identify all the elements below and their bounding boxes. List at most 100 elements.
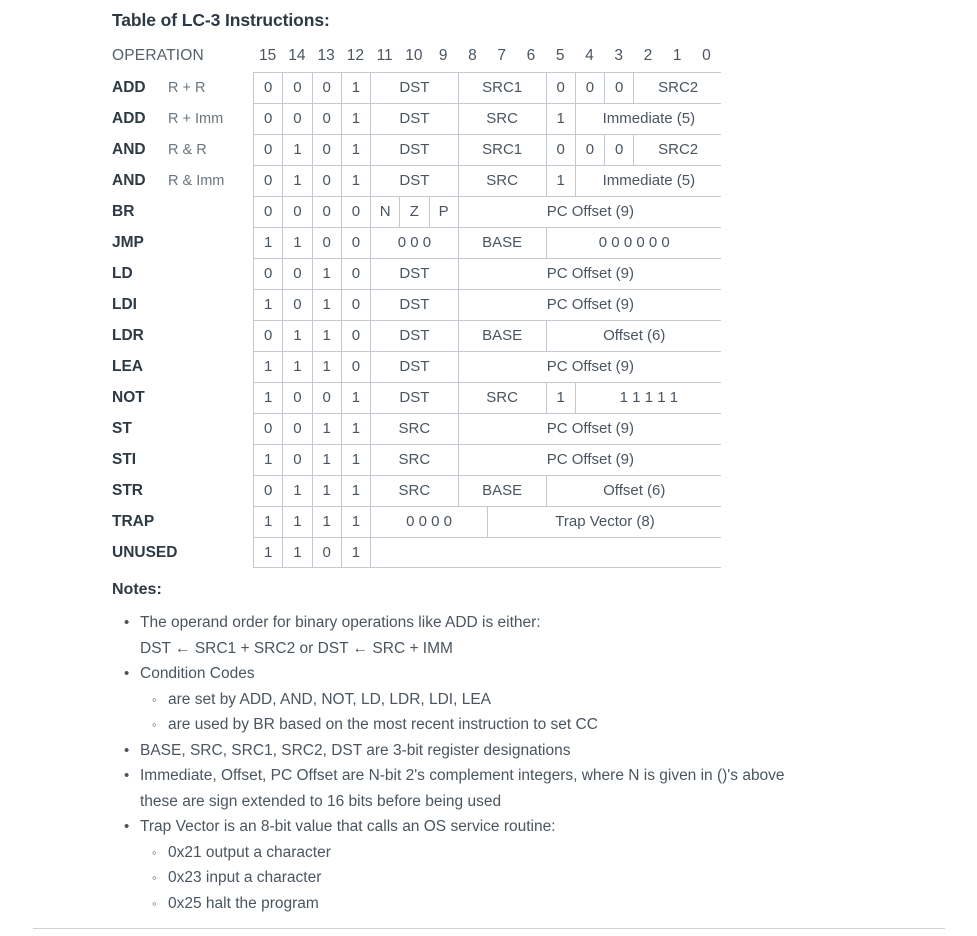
operation-label-sti: STI bbox=[112, 444, 253, 475]
field-cell: 1 bbox=[313, 321, 342, 351]
field-cell: 0 bbox=[313, 166, 342, 196]
notes-section: • The operand order for binary operations… bbox=[112, 610, 912, 916]
table-row: AND R & Imm 0 1 0 1 DST SRC 1 Immediate (5) bbox=[112, 165, 722, 196]
field-cell: 0 bbox=[254, 197, 284, 227]
field-cell: DST bbox=[371, 383, 459, 413]
operation-label-ldr: LDR bbox=[112, 320, 253, 351]
instruction-mnemonic: LEA bbox=[112, 358, 143, 375]
bullet-icon: • bbox=[124, 665, 130, 682]
field-cell: SRC bbox=[459, 104, 547, 134]
encoding-cells: 0 1 0 1 DST SRC 1 Immediate (5) bbox=[253, 165, 721, 196]
notes-heading: Notes: bbox=[112, 581, 162, 598]
field-cell: 1 bbox=[313, 476, 342, 506]
field-cell: 1 bbox=[342, 445, 371, 475]
field-cell: DST bbox=[371, 135, 459, 165]
field-cell: 0 bbox=[283, 73, 313, 103]
encoding-cells: 11110 0 0 0 Trap Vector (8) bbox=[253, 506, 721, 537]
instruction-mnemonic: JMP bbox=[112, 234, 144, 251]
field-cell: 0 bbox=[313, 73, 342, 103]
field-cell: 0 bbox=[342, 321, 371, 351]
encoding-cells: 11000 0 0 BASE 0 0 0 0 0 0 bbox=[253, 227, 721, 258]
field-cell: 0 bbox=[254, 135, 284, 165]
field-cell: DST bbox=[371, 73, 459, 103]
encoding-cells: 1 0 1 1 SRC PC Offset (9) bbox=[253, 444, 721, 475]
encoding-cells: 1101 bbox=[253, 537, 721, 568]
bit-number-11: 11 bbox=[376, 47, 393, 64]
field-cell: 1 bbox=[313, 507, 342, 537]
field-cell: 0 bbox=[576, 73, 605, 103]
bit-number-2: 2 bbox=[643, 47, 653, 64]
note-subtext: are used by BR based on the most recent … bbox=[168, 716, 598, 733]
instruction-mnemonic: ST bbox=[112, 420, 132, 437]
field-cell: 0 0 0 bbox=[371, 228, 459, 258]
bit-number-8: 8 bbox=[468, 47, 477, 64]
field-cell: 0 bbox=[283, 383, 313, 413]
bit-number-15: 15 bbox=[259, 47, 277, 64]
field-cell: 1 bbox=[283, 228, 313, 258]
field-cell: 1 bbox=[283, 507, 313, 537]
note-text: Condition Codes bbox=[140, 665, 255, 682]
table-row: LD 0 0 1 0 DST PC Offset (9) bbox=[112, 258, 722, 289]
table-row: LDR 0 1 1 0 DST BASE Offset (6) bbox=[112, 320, 722, 351]
encoding-cells: 0 0 0 0 N Z P PC Offset (9) bbox=[253, 196, 721, 227]
field-cell: 1 bbox=[313, 445, 342, 475]
field-cell: 1 bbox=[283, 135, 313, 165]
note-subitem: ◦ are used by BR based on the most recent… bbox=[140, 712, 912, 738]
table-row: ADD R + R 0 0 0 1 DST SRC1 0 0 0 SRC2 bbox=[112, 72, 722, 103]
operation-label-add: ADD R + Imm bbox=[112, 103, 253, 134]
field-cell: 0 bbox=[342, 197, 371, 227]
instruction-variant: R & R bbox=[168, 142, 207, 158]
note-text: BASE, SRC, SRC1, SRC2, DST are 3-bit reg… bbox=[140, 741, 571, 759]
field-cell: 1 bbox=[283, 352, 313, 382]
instruction-mnemonic: TRAP bbox=[112, 513, 155, 530]
bullet-icon: • bbox=[124, 767, 130, 784]
field-cell: 0 bbox=[254, 73, 284, 103]
bit-number-13: 13 bbox=[317, 47, 335, 64]
field-cell: 1 bbox=[342, 476, 371, 506]
field-cell: N bbox=[371, 197, 401, 227]
field-cell: 1 bbox=[342, 166, 371, 196]
field-cell: 0 bbox=[283, 259, 313, 289]
note-text: Trap Vector is an 8-bit value that calls… bbox=[140, 818, 556, 835]
field-cell: 1 bbox=[547, 104, 576, 134]
encoding-cells: 0 1 1 1 SRC BASE Offset (6) bbox=[253, 475, 721, 506]
field-cell: 0 bbox=[313, 383, 342, 413]
field-cell: 1 bbox=[342, 383, 371, 413]
instruction-mnemonic: LDI bbox=[112, 296, 137, 313]
note-text: The operand order for binary operations … bbox=[140, 614, 541, 631]
field-cell: 0 bbox=[342, 290, 371, 320]
field-cell: 1 bbox=[342, 135, 371, 165]
note-subtext: are set by ADD, AND, NOT, LD, LDR, LDI, … bbox=[168, 690, 492, 708]
operation-column-header: OPERATION bbox=[112, 47, 204, 64]
field-cell: SRC bbox=[371, 476, 459, 506]
bit-ruler-header: OPERATION 15 14 13 12 11 10 9 8 7 6 5 4 3 2 1 0 bbox=[112, 47, 722, 69]
encoding-cells: 1 0 1 0 DST PC Offset (9) bbox=[253, 289, 721, 320]
field-cell: 0 bbox=[342, 352, 371, 382]
field-cell: 0 bbox=[342, 228, 371, 258]
bit-number-0: 0 bbox=[702, 47, 711, 64]
field-cell: 1 bbox=[254, 383, 284, 413]
field-cell: 0 bbox=[576, 135, 605, 165]
bit-number-14: 14 bbox=[288, 47, 306, 64]
field-cell: 1 bbox=[283, 321, 313, 351]
encoding-cells: 0 1 1 0 DST BASE Offset (6) bbox=[253, 320, 721, 351]
field-cell: SRC1 bbox=[459, 73, 547, 103]
bit-number-ruler: 15 14 13 12 11 10 9 8 7 6 5 4 3 2 1 0 bbox=[253, 47, 722, 69]
sub-bullet-icon: ◦ bbox=[152, 691, 157, 707]
field-cell: 1 bbox=[342, 538, 371, 568]
field-cell: SRC2 bbox=[658, 79, 699, 96]
operation-label-and: AND R & Imm bbox=[112, 165, 253, 196]
operation-label-lea: LEA bbox=[112, 351, 253, 382]
operation-label-not: NOT bbox=[112, 382, 253, 413]
field-cell: DST bbox=[371, 166, 459, 196]
field-cell: 1 bbox=[254, 445, 284, 475]
field-cell: Offset (6) bbox=[603, 482, 666, 499]
field-cell: 0 bbox=[254, 321, 284, 351]
field-cell: Offset (6) bbox=[603, 327, 666, 344]
encoding-cells: 0 0 0 1 DST SRC1 0 0 0 SRC2 bbox=[253, 72, 721, 103]
instruction-mnemonic: ADD bbox=[112, 79, 146, 96]
note-subtext: 0x23 input a character bbox=[168, 869, 322, 886]
table-row: ST 0 0 1 1 SRC PC Offset (9) bbox=[112, 413, 722, 444]
field-cell: 0 bbox=[313, 197, 342, 227]
field-cell bbox=[371, 538, 722, 568]
